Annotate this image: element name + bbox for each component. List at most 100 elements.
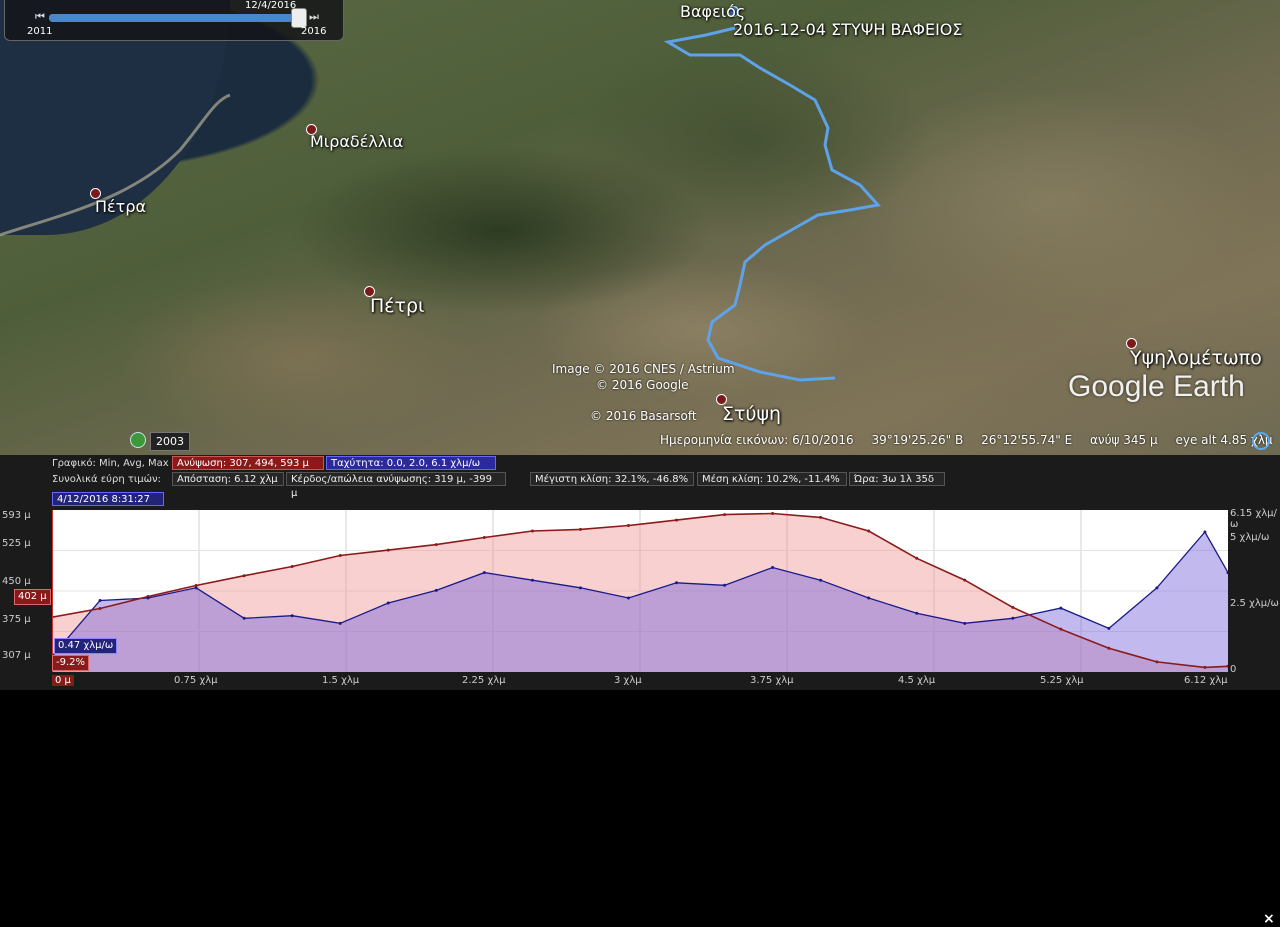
y-tick-right: 5 χλμ/ω [1230, 532, 1270, 543]
y-tick-left: 450 μ [2, 576, 31, 587]
elevation-point [242, 574, 246, 578]
speed-point [146, 596, 150, 600]
track-label[interactable]: 2016-12-04 ΣΤΥΨΗ ΒΑΦΕΙΟΣ [733, 20, 962, 39]
elevation-point [867, 529, 871, 533]
x-tick: 0.75 χλμ [174, 675, 218, 686]
x-tick: 0 μ [52, 675, 74, 686]
speed-point [1203, 530, 1207, 534]
elevation-chart[interactable] [52, 510, 1228, 672]
elevation-point [675, 518, 679, 522]
avg-slope-stat: Μέση κλίση: 10.2%, -11.4% [697, 472, 847, 486]
y-tick-right: 6.15 χλμ/ω [1230, 508, 1277, 530]
elevation-readout: ανύψ 345 μ [1090, 433, 1158, 447]
elevation-point [290, 564, 294, 568]
speed-point [915, 611, 919, 615]
x-tick: 3.75 χλμ [750, 675, 794, 686]
basarsoft-credit: © 2016 Basarsoft [590, 409, 697, 423]
speed-point [1011, 616, 1015, 620]
rewind-icon[interactable]: ⏮ [35, 10, 45, 24]
speed-point [867, 596, 871, 600]
forward-icon[interactable]: ⏭ [309, 10, 319, 24]
google-credit: © 2016 Google [596, 378, 689, 392]
y-tick-left: 525 μ [2, 538, 31, 549]
cursor-elevation-badge: 402 μ [14, 589, 51, 605]
elevation-point [98, 606, 102, 610]
elevation-point [338, 554, 342, 558]
time-slider-current-date: 12/4/2016 [245, 0, 297, 11]
speed-point [819, 578, 823, 582]
speed-point [1155, 586, 1159, 590]
elevation-point [915, 556, 919, 560]
time-slider-track[interactable] [49, 14, 305, 22]
elevation-point [1203, 665, 1207, 669]
elevation-point [578, 527, 582, 531]
speed-point [290, 614, 294, 618]
time-stat: Ώρα: 3ω 1λ 35δ [849, 472, 945, 486]
elevation-point [963, 578, 967, 582]
x-tick: 4.5 χλμ [898, 675, 936, 686]
y-tick-right: 0 [1230, 664, 1237, 675]
cursor-slope-badge: -9.2% [52, 655, 90, 671]
x-tick: 1.5 χλμ [322, 675, 360, 686]
y-tick-left: 593 μ [2, 510, 31, 521]
max-slope-stat: Μέγιστη κλίση: 32.1%, -46.8% [530, 472, 694, 486]
speed-point [963, 621, 967, 625]
speed-point [242, 616, 246, 620]
speed-point [530, 578, 534, 582]
speed-point [723, 583, 727, 587]
google-earth-logo: Google Earth [1068, 370, 1245, 403]
place-stypsi[interactable]: Στύψη [722, 403, 781, 425]
elevation-point [1107, 646, 1111, 650]
elevation-point [386, 548, 390, 552]
x-tick: 3 χλμ [614, 675, 642, 686]
navigation-icon[interactable] [1252, 432, 1270, 450]
time-slider[interactable]: ⏮ ⏭ 12/4/2016 2011 2016 [4, 0, 344, 41]
historical-imagery-icon[interactable] [130, 432, 146, 448]
ranges-label: Συνολικά εύρη τιμών: [52, 474, 161, 485]
gps-track [663, 26, 881, 382]
y-tick-left: 375 μ [2, 614, 31, 625]
close-icon[interactable]: × [1263, 911, 1275, 927]
x-tick: 2.25 χλμ [462, 675, 506, 686]
elevation-point [1059, 627, 1063, 631]
speed-point [626, 596, 630, 600]
elevation-point [771, 512, 775, 516]
speed-point [338, 621, 342, 625]
time-slider-end-year: 2016 [301, 26, 327, 37]
imagery-credit: Image © 2016 CNES / Astrium [552, 362, 735, 376]
x-tick: 6.12 χλμ [1184, 675, 1228, 686]
place-miradellia[interactable]: Μιραδέλλια [310, 132, 403, 151]
elevation-point [819, 515, 823, 519]
y-tick-left: 307 μ [2, 650, 31, 661]
speed-stat-button[interactable]: Ταχύτητα: 0.0, 2.0, 6.1 χλμ/ω [326, 456, 496, 470]
speed-point [98, 599, 102, 603]
speed-point [434, 588, 438, 592]
speed-point [194, 586, 198, 590]
elevation-point [1155, 660, 1159, 664]
status-bar: Ημερομηνία εικόνων: 6/10/2016 39°19'25.2… [660, 433, 1280, 447]
elevation-point [723, 513, 727, 517]
imagery-date: Ημερομηνία εικόνων: 6/10/2016 [660, 433, 854, 447]
place-petra[interactable]: Πέτρα [95, 197, 146, 216]
longitude: 26°12'55.74" Ε [981, 433, 1073, 447]
place-petri[interactable]: Πέτρι [370, 295, 425, 317]
gain-loss-stat: Κέρδος/απώλεια ανύψωσης: 319 μ, -399 μ [286, 472, 506, 499]
cursor-time: 4/12/2016 8:31:27 πμ [52, 492, 164, 519]
speed-point [771, 566, 775, 570]
historical-year-button[interactable]: 2003 [150, 432, 190, 451]
time-slider-thumb[interactable] [291, 8, 307, 28]
time-slider-start-year: 2011 [27, 26, 53, 37]
elevation-point [482, 536, 486, 540]
map-view[interactable]: ⏮ ⏭ 12/4/2016 2011 2016 Βαφειός 2016-12-… [0, 0, 1280, 455]
place-vafeios[interactable]: Βαφειός [680, 2, 745, 21]
elevation-stat-button[interactable]: Ανύψωση: 307, 494, 593 μ [172, 456, 324, 470]
cursor-speed-badge: 0.47 χλμ/ω [54, 638, 118, 654]
time-slider-fill [49, 14, 295, 22]
latitude: 39°19'25.26" Β [871, 433, 964, 447]
place-ypsilometopo[interactable]: Υψηλομέτωπο [1130, 347, 1262, 369]
elevation-point [530, 529, 534, 533]
elevation-point [1011, 605, 1015, 609]
y-tick-right: 2.5 χλμ/ω [1230, 598, 1279, 609]
x-tick: 5.25 χλμ [1040, 675, 1084, 686]
speed-point [578, 586, 582, 590]
